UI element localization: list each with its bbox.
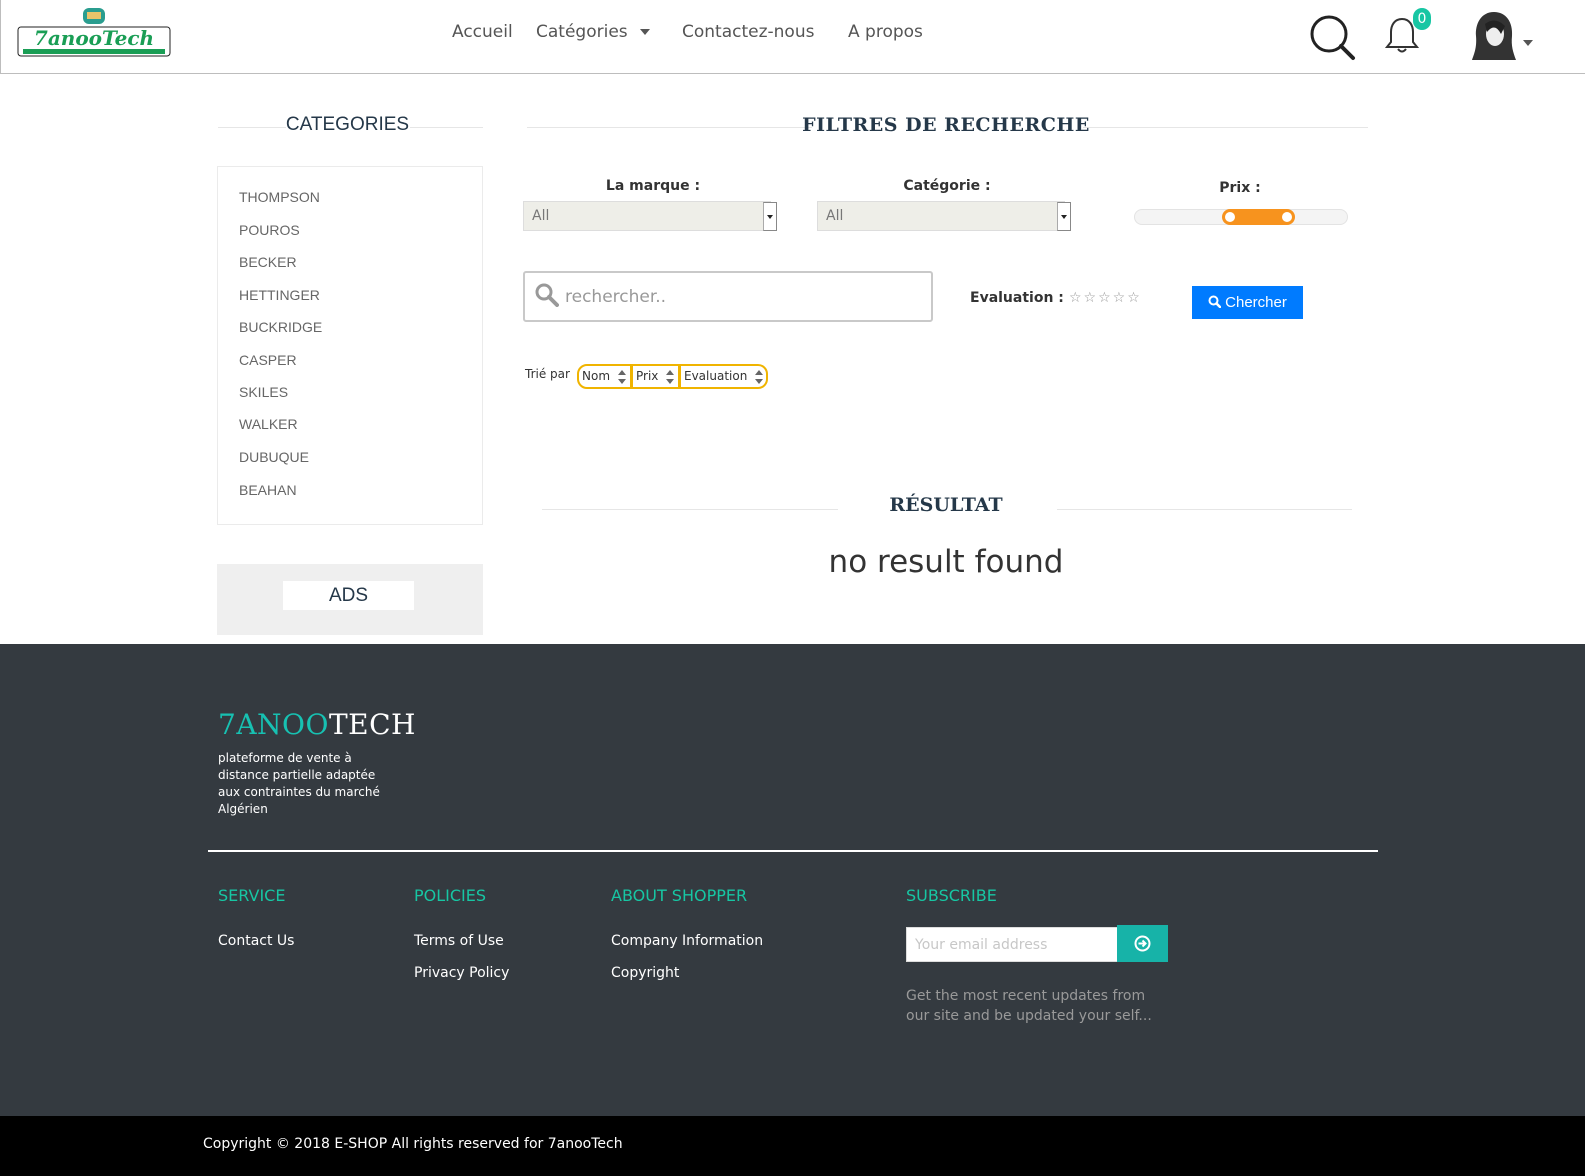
search-button-label: Chercher xyxy=(1225,294,1287,311)
sort-option-label: Nom xyxy=(582,369,611,383)
user-avatar[interactable] xyxy=(1471,10,1517,66)
footer-link-terms[interactable]: Terms of Use xyxy=(414,933,504,949)
footer-divider xyxy=(208,850,1378,852)
footer-link-company[interactable]: Company Information xyxy=(611,933,763,949)
sort-option-label: Evaluation xyxy=(684,369,748,383)
sort-by-name[interactable]: Nom xyxy=(579,366,630,387)
nav-home[interactable]: Accueil xyxy=(452,22,513,42)
search-icon[interactable] xyxy=(1309,14,1357,66)
footer-brand-part2: TECH xyxy=(328,708,416,741)
search-field[interactable] xyxy=(523,271,933,322)
subscribe-button[interactable] xyxy=(1117,925,1168,962)
evaluation-label: Evaluation : xyxy=(970,290,1064,306)
ads-panel: ADS xyxy=(217,564,483,635)
nav-about[interactable]: A propos xyxy=(848,22,923,42)
category-item[interactable]: HETTINGER xyxy=(239,287,320,303)
footer-subscribe-title: SUBSCRIBE xyxy=(906,886,997,905)
price-slider-min-handle[interactable] xyxy=(1225,212,1235,222)
category-select[interactable]: All xyxy=(817,201,1071,231)
brand-select-value: All xyxy=(532,208,550,224)
caret-down-icon xyxy=(639,29,650,35)
search-icon xyxy=(1208,295,1222,309)
category-item[interactable]: POUROS xyxy=(239,222,300,238)
svg-text:7anooTech: 7anooTech xyxy=(34,26,154,50)
search-icon xyxy=(535,283,559,311)
sort-by-evaluation[interactable]: Evaluation xyxy=(681,366,767,387)
category-item[interactable]: THOMPSON xyxy=(239,189,320,205)
category-select-value: All xyxy=(826,208,844,224)
nav-contact[interactable]: Contactez-nous xyxy=(682,22,814,42)
chevron-down-icon[interactable] xyxy=(1523,31,1533,50)
price-slider-max-handle[interactable] xyxy=(1282,212,1292,222)
sort-icon xyxy=(755,370,763,384)
footer-service-title: SERVICE xyxy=(218,886,286,905)
category-item[interactable]: DUBUQUE xyxy=(239,449,309,465)
category-item[interactable]: WALKER xyxy=(239,416,298,432)
footer-policies-title: POLICIES xyxy=(414,886,487,905)
subscribe-description: Get the most recent updates from our sit… xyxy=(906,988,1152,1024)
category-item[interactable]: CASPER xyxy=(239,352,297,368)
nav-categories-dropdown[interactable]: Catégories xyxy=(536,22,650,42)
no-result-message: no result found xyxy=(828,544,1064,580)
arrow-circle-right-icon xyxy=(1134,935,1151,952)
footer-brand: 7ANOOTECH xyxy=(218,708,416,741)
category-label: Catégorie : xyxy=(903,178,991,194)
category-item[interactable]: BECKER xyxy=(239,254,297,270)
sort-icon xyxy=(666,370,674,384)
dropdown-arrow-icon xyxy=(1057,202,1071,231)
category-item[interactable]: SKILES xyxy=(239,384,288,400)
search-input[interactable] xyxy=(565,283,915,311)
sort-icon xyxy=(618,370,626,384)
top-navbar: 7anooTech Accueil Catégories Contactez-n… xyxy=(0,0,1585,74)
sort-label: Trié par xyxy=(525,367,570,381)
email-field[interactable] xyxy=(906,927,1118,962)
notification-badge: 0 xyxy=(1413,8,1431,30)
footer-link-privacy[interactable]: Privacy Policy xyxy=(414,965,509,981)
result-title: RÉSULTAT xyxy=(889,494,1003,516)
filters-title: FILTRES DE RECHERCHE xyxy=(802,114,1090,136)
category-list: THOMPSON POUROS BECKER HETTINGER BUCKRID… xyxy=(217,166,483,525)
ads-label: ADS xyxy=(283,581,414,610)
brand-select[interactable]: All xyxy=(523,201,777,231)
footer-brand-part1: 7ANOO xyxy=(218,708,329,741)
copyright-text: Copyright © 2018 E-SHOP All rights reser… xyxy=(203,1136,623,1152)
footer-about-title: ABOUT SHOPPER xyxy=(611,886,748,905)
sort-by-price[interactable]: Prix xyxy=(633,366,678,387)
footer-link-contact[interactable]: Contact Us xyxy=(218,933,294,949)
category-item[interactable]: BEAHAN xyxy=(239,482,297,498)
rating-stars[interactable]: ☆☆☆☆☆ xyxy=(1069,290,1142,306)
sort-option-label: Prix xyxy=(636,369,659,383)
brand-label: La marque : xyxy=(605,178,701,194)
price-label: Prix : xyxy=(1219,180,1261,196)
site-logo[interactable]: 7anooTech xyxy=(17,7,171,57)
footer-description: plateforme de vente à distance partielle… xyxy=(218,751,380,816)
category-item[interactable]: BUCKRIDGE xyxy=(239,319,322,335)
nav-categories-label: Catégories xyxy=(536,22,628,42)
categories-title: CATEGORIES xyxy=(285,114,410,135)
dropdown-arrow-icon xyxy=(763,202,777,231)
sort-group: Nom Prix Evaluation xyxy=(577,364,768,389)
footer-link-copyright[interactable]: Copyright xyxy=(611,965,679,981)
search-button[interactable]: Chercher xyxy=(1192,286,1303,319)
